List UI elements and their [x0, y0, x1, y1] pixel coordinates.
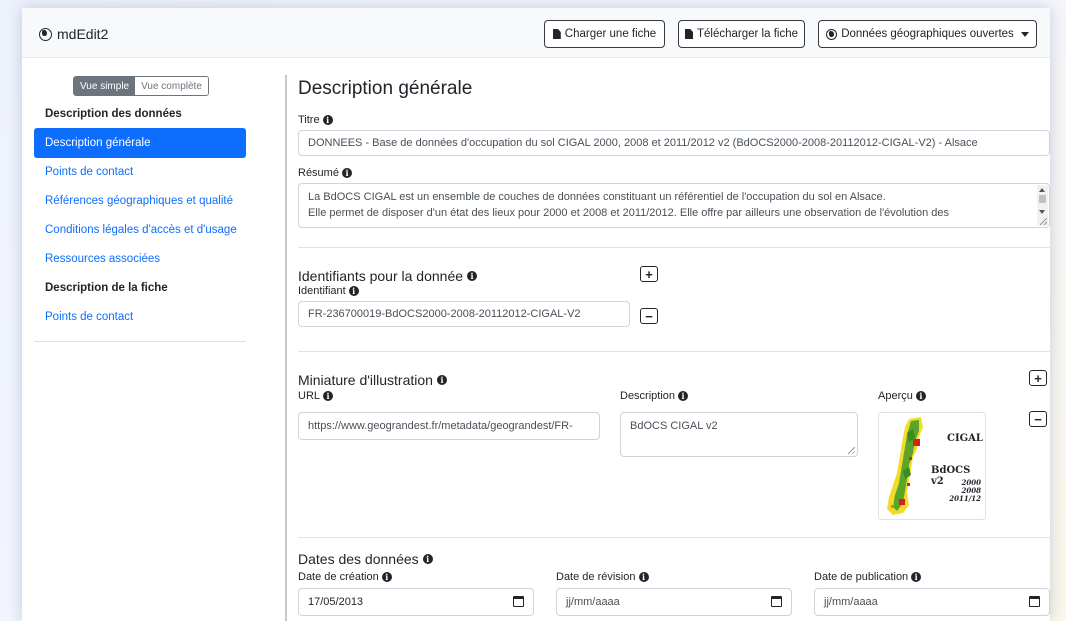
identifiant-input[interactable]: FR-236700019-BdOCS2000-2008-20112012-CIG…: [298, 301, 630, 327]
sidebar-item-points-contact[interactable]: Points de contact: [34, 157, 246, 187]
info-icon: i: [422, 554, 433, 564]
titre-label: Titre i: [298, 114, 333, 126]
info-icon: i: [348, 286, 359, 296]
scroll-down-icon: [1039, 210, 1045, 214]
resume-textarea[interactable]: La BdOCS CIGAL est un ensemble de couche…: [298, 183, 1050, 228]
info-icon: i: [638, 572, 649, 582]
sidebar-item-ressources[interactable]: Ressources associées: [34, 244, 246, 274]
identifiants-title: Identifiants pour la donnée i: [298, 268, 478, 284]
publication-date-input[interactable]: jj/mm/aaaa: [814, 588, 1050, 616]
apercu-label: Aperçu i: [878, 390, 926, 402]
resume-label-text: Résumé: [298, 167, 339, 179]
top-navbar: mdEdit2 Charger une fiche Télécharger la…: [22, 8, 1050, 58]
profile-dropdown[interactable]: Données géographiques ouvertes: [818, 20, 1037, 48]
app-window: mdEdit2 Charger une fiche Télécharger la…: [22, 8, 1050, 621]
section-divider: [298, 247, 1050, 248]
sidebar-item-references-geo[interactable]: Références géographiques et qualité: [34, 186, 246, 216]
remove-identifier-button[interactable]: −: [640, 308, 658, 324]
url-label: URL i: [298, 390, 334, 402]
miniature-title: Miniature d'illustration i: [298, 372, 447, 388]
sidebar-header-fiche: Description de la fiche: [45, 282, 168, 294]
content-divider: [285, 75, 287, 621]
globe-icon: [826, 28, 838, 40]
creation-date-value: 17/05/2013: [308, 596, 364, 608]
page-title: Description générale: [298, 78, 473, 99]
preview-title: CIGAL: [947, 433, 983, 444]
publication-label: Date de publication i: [814, 571, 922, 583]
identifiant-label-text: Identifiant: [298, 285, 346, 297]
info-icon: i: [467, 271, 478, 281]
description-value: BdOCS CIGAL v2: [630, 420, 718, 432]
scroll-up-icon: [1039, 188, 1045, 192]
info-icon: i: [323, 391, 334, 401]
globe-icon: [39, 27, 52, 41]
scroll-thumb: [1039, 195, 1046, 203]
titre-label-text: Titre: [298, 114, 320, 126]
revision-date-value: jj/mm/aaaa: [566, 596, 620, 608]
titre-input[interactable]: DONNEES - Base de données d'occupation d…: [298, 130, 1050, 156]
file-download-icon: [685, 29, 693, 39]
creation-label-text: Date de création: [298, 571, 379, 583]
main-content: Description générale Titre i DONNEES - B…: [298, 70, 1050, 621]
calendar-icon[interactable]: [1029, 596, 1040, 607]
revision-label-text: Date de révision: [556, 571, 636, 583]
creation-label: Date de création i: [298, 571, 392, 583]
resume-line-2: Elle permet de disposer d'un état des li…: [308, 207, 949, 219]
sidebar-item-fiche-contact[interactable]: Points de contact: [34, 302, 246, 332]
creation-date-input[interactable]: 17/05/2013: [298, 588, 534, 616]
load-file-label: Charger une fiche: [564, 28, 657, 40]
load-file-button[interactable]: Charger une fiche: [544, 20, 665, 48]
section-divider: [298, 537, 1050, 538]
sidebar-divider: [34, 341, 246, 342]
info-icon: i: [915, 391, 926, 401]
revision-date-input[interactable]: jj/mm/aaaa: [556, 588, 792, 616]
view-simple-button[interactable]: Vue simple: [74, 77, 136, 95]
identifiants-title-text: Identifiants pour la donnée: [298, 268, 464, 284]
info-icon: i: [381, 572, 392, 582]
add-identifier-button[interactable]: +: [640, 266, 658, 282]
section-divider: [298, 351, 1050, 352]
app-title: mdEdit2: [57, 26, 109, 42]
download-file-button[interactable]: Télécharger la fiche: [678, 20, 805, 48]
calendar-icon[interactable]: [513, 596, 524, 607]
url-input[interactable]: https://www.geograndest.fr/metadata/geog…: [298, 412, 600, 440]
thumbnail-preview: CIGAL BdOCS v2 2000 2008 2011/12: [878, 412, 986, 520]
identifiant-label: Identifiant i: [298, 285, 359, 297]
publication-label-text: Date de publication: [814, 571, 909, 583]
view-full-button[interactable]: Vue complète: [135, 77, 208, 95]
calendar-icon[interactable]: [771, 596, 782, 607]
download-file-label: Télécharger la fiche: [697, 28, 798, 40]
description-label: Description i: [620, 390, 689, 402]
dates-title: Dates des données i: [298, 551, 433, 567]
remove-miniature-button[interactable]: −: [1029, 411, 1047, 427]
info-icon: i: [678, 391, 689, 401]
revision-label: Date de révision i: [556, 571, 649, 583]
sidebar-item-description-generale[interactable]: Description générale: [34, 128, 246, 158]
resume-line-1: La BdOCS CIGAL est un ensemble de couche…: [308, 191, 886, 203]
apercu-label-text: Aperçu: [878, 390, 913, 402]
description-textarea[interactable]: BdOCS CIGAL v2: [620, 412, 858, 457]
info-icon: i: [911, 572, 922, 582]
publication-date-value: jj/mm/aaaa: [824, 596, 878, 608]
add-miniature-button[interactable]: +: [1029, 370, 1047, 386]
view-toggle: Vue simple Vue complète: [73, 76, 209, 96]
dates-title-text: Dates des données: [298, 551, 419, 567]
sidebar-item-conditions-legales[interactable]: Conditions légales d'accès et d'usage: [34, 215, 246, 245]
miniature-title-text: Miniature d'illustration: [298, 372, 433, 388]
app-brand[interactable]: mdEdit2: [39, 26, 108, 42]
url-label-text: URL: [298, 390, 321, 402]
resize-handle-icon[interactable]: [1040, 218, 1047, 225]
profile-label: Données géographiques ouvertes: [841, 28, 1014, 40]
info-icon: i: [436, 375, 447, 385]
info-icon: i: [341, 168, 352, 178]
file-upload-icon: [552, 29, 561, 39]
resume-label: Résumé i: [298, 167, 352, 179]
chevron-down-icon: [1020, 31, 1029, 37]
description-label-text: Description: [620, 390, 676, 402]
sidebar-header-data: Description des données: [45, 108, 182, 120]
preview-year-3: 2011/12: [949, 494, 981, 503]
info-icon: i: [322, 115, 333, 125]
resize-handle-icon[interactable]: [848, 447, 855, 454]
